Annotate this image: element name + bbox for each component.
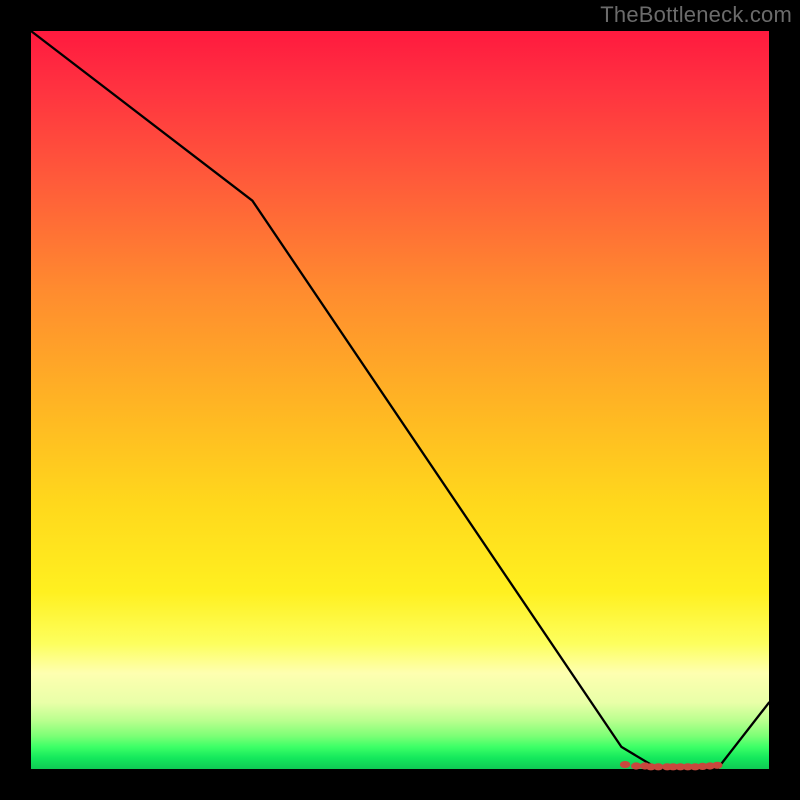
curve-line: [31, 31, 769, 769]
plot-overlay: [31, 31, 769, 769]
chart-container: TheBottleneck.com: [0, 0, 800, 800]
watermark-text: TheBottleneck.com: [600, 2, 792, 28]
floor-marker: [653, 763, 663, 770]
floor-marker-cluster: [620, 761, 723, 770]
floor-marker: [620, 761, 630, 768]
floor-marker: [712, 762, 722, 769]
